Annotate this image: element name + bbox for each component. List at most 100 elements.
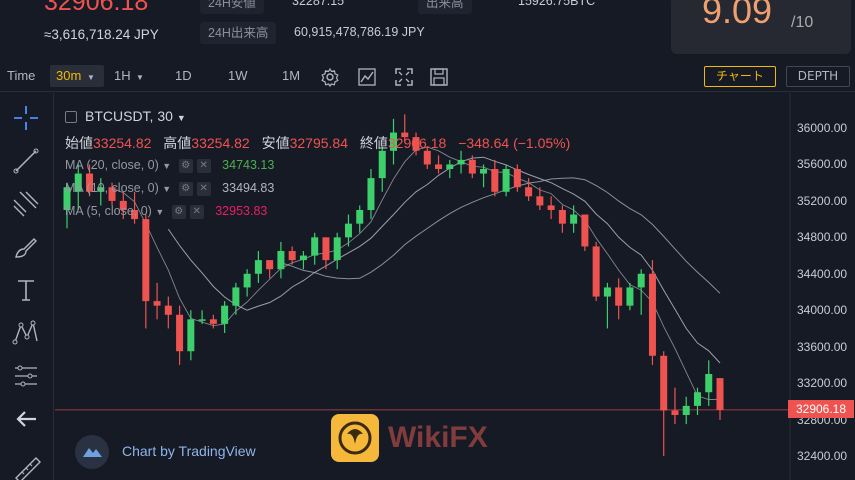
y-tick-label: 35600.00 bbox=[797, 157, 848, 172]
candle-body bbox=[176, 314, 184, 352]
ma-10-value: 33494.83 bbox=[222, 181, 275, 195]
ma-20-value: 34743.13 bbox=[222, 158, 275, 172]
prediction-tool-icon[interactable] bbox=[10, 360, 42, 392]
ma-20-settings-icon[interactable]: ⚙ bbox=[178, 158, 193, 173]
ma-20-remove-icon[interactable]: ✕ bbox=[196, 158, 211, 173]
candle-body bbox=[468, 159, 476, 174]
interval-30m[interactable]: 30m bbox=[56, 68, 81, 83]
fullscreen-icon[interactable] bbox=[394, 67, 414, 87]
trend-line-icon[interactable] bbox=[10, 145, 42, 177]
symbol-collapse-icon[interactable] bbox=[65, 111, 77, 124]
ma-10-dropdown-icon[interactable]: ▼ bbox=[162, 184, 171, 194]
candle-body bbox=[333, 237, 341, 261]
candle-body bbox=[311, 237, 319, 256]
ma-5-dropdown-icon[interactable]: ▼ bbox=[155, 207, 164, 217]
change-value: −348.64 (−1.05%) bbox=[458, 135, 571, 151]
arrow-left-icon[interactable] bbox=[10, 403, 42, 435]
y-tick-label: 36000.00 bbox=[797, 121, 848, 135]
candle-body bbox=[457, 159, 465, 165]
ma-10-label: MA (10, close, 0) bbox=[65, 181, 159, 195]
candle-body bbox=[344, 223, 352, 238]
last-price-tag: 32906.18 bbox=[788, 400, 854, 418]
interval-1d[interactable]: 1D bbox=[175, 68, 192, 83]
ohlc-legend: 始値33254.82 高値33254.82 安値32795.84 終値32906… bbox=[65, 133, 578, 153]
pitchfork-icon[interactable] bbox=[10, 188, 42, 220]
last-price-jpy: ≈3,616,718.24 JPY bbox=[44, 27, 159, 42]
ruler-icon[interactable] bbox=[10, 452, 42, 480]
candle-body bbox=[502, 169, 510, 192]
candle-body bbox=[592, 246, 600, 297]
stat-24h-volume-value: 60,915,478,786.19 JPY bbox=[294, 25, 425, 39]
candle-body bbox=[581, 214, 589, 247]
tradingview-logo-icon[interactable] bbox=[75, 435, 109, 469]
depth-view-button[interactable]: DEPTH bbox=[786, 66, 850, 87]
open-value: 33254.82 bbox=[93, 135, 152, 151]
y-tick-label: 35200.00 bbox=[797, 193, 848, 208]
y-tick-label: 32400.00 bbox=[797, 449, 848, 463]
ma-20-legend[interactable]: MA (20, close, 0) ▼ ⚙ ✕ 34743.13 bbox=[65, 158, 274, 173]
candle-body bbox=[446, 164, 454, 169]
chart-view-button[interactable]: チャート bbox=[704, 66, 776, 87]
ma-5-value: 32953.83 bbox=[215, 204, 268, 218]
interval-30m-dropdown-icon[interactable]: ▼ bbox=[87, 73, 95, 82]
ma-20-dropdown-icon[interactable]: ▼ bbox=[162, 161, 171, 171]
y-tick-label: 34400.00 bbox=[797, 266, 848, 281]
candle-body bbox=[480, 169, 488, 174]
interval-1h[interactable]: 1H bbox=[114, 68, 131, 83]
candle-body bbox=[356, 210, 364, 224]
candle-body bbox=[142, 219, 150, 302]
crosshair-icon[interactable] bbox=[10, 102, 42, 134]
y-tick-label: 34800.00 bbox=[797, 230, 848, 245]
ma-5-settings-icon[interactable]: ⚙ bbox=[171, 204, 186, 219]
ma-10-legend[interactable]: MA (10, close, 0) ▼ ⚙ ✕ 33494.83 bbox=[65, 181, 274, 196]
candle-body bbox=[716, 378, 724, 410]
stat-24h-low-label: 24H安値 bbox=[200, 0, 264, 14]
candle-body bbox=[491, 169, 499, 192]
candle-body bbox=[693, 392, 701, 406]
candle-body bbox=[187, 319, 195, 352]
ma-5-label: MA (5, close, 0) bbox=[65, 204, 152, 218]
save-snapshot-icon[interactable] bbox=[429, 67, 449, 87]
candle-body bbox=[322, 237, 330, 261]
interval-1h-dropdown-icon[interactable]: ▼ bbox=[136, 73, 144, 82]
candle-body bbox=[288, 251, 296, 261]
last-price: 32906.18 bbox=[44, 0, 149, 16]
open-label: 始値 bbox=[65, 135, 93, 151]
candle-body bbox=[547, 205, 555, 210]
ma-5-legend[interactable]: MA (5, close, 0) ▼ ⚙ ✕ 32953.83 bbox=[65, 204, 267, 219]
stat-24h-low-value: 32287.15 bbox=[292, 0, 345, 8]
close-label: 終値 bbox=[359, 135, 388, 151]
candle-body bbox=[435, 164, 443, 169]
pattern-tool-icon[interactable] bbox=[10, 317, 42, 349]
rating-value: 9.09 bbox=[702, 0, 773, 31]
candle-body bbox=[277, 251, 285, 270]
ma-10-settings-icon[interactable]: ⚙ bbox=[178, 181, 193, 196]
ma-20-label: MA (20, close, 0) bbox=[65, 158, 159, 172]
candle-body bbox=[221, 305, 229, 324]
wikifx-watermark: WikiFX bbox=[388, 421, 488, 454]
high-value: 33254.82 bbox=[191, 135, 250, 151]
interval-1w[interactable]: 1W bbox=[228, 68, 248, 83]
candle-body bbox=[243, 273, 251, 288]
candle-body bbox=[254, 260, 262, 274]
y-tick-label: 34000.00 bbox=[797, 303, 848, 318]
text-tool-icon[interactable] bbox=[10, 274, 42, 306]
brush-icon[interactable] bbox=[10, 231, 42, 263]
symbol-legend[interactable]: BTCUSDT, 30 ▼ bbox=[65, 108, 186, 124]
ma-10-remove-icon[interactable]: ✕ bbox=[196, 181, 211, 196]
candle-body bbox=[671, 410, 679, 415]
y-tick-label: 33600.00 bbox=[797, 339, 848, 354]
symbol-dropdown-icon[interactable]: ▼ bbox=[177, 113, 186, 123]
candle-body bbox=[164, 305, 172, 315]
ma-5-remove-icon[interactable]: ✕ bbox=[189, 204, 204, 219]
wikifx-logo-icon bbox=[331, 414, 379, 462]
indicators-icon[interactable] bbox=[357, 67, 377, 87]
candle-body bbox=[648, 273, 656, 356]
candle-body bbox=[660, 355, 668, 411]
stat-24h-volume-label: 24H出来高 bbox=[200, 22, 277, 44]
tradingview-attribution[interactable]: Chart by TradingView bbox=[122, 443, 256, 459]
candle-body bbox=[209, 319, 217, 324]
interval-1m[interactable]: 1M bbox=[282, 68, 300, 83]
candle-body bbox=[299, 255, 307, 261]
settings-gear-icon[interactable] bbox=[320, 67, 340, 87]
